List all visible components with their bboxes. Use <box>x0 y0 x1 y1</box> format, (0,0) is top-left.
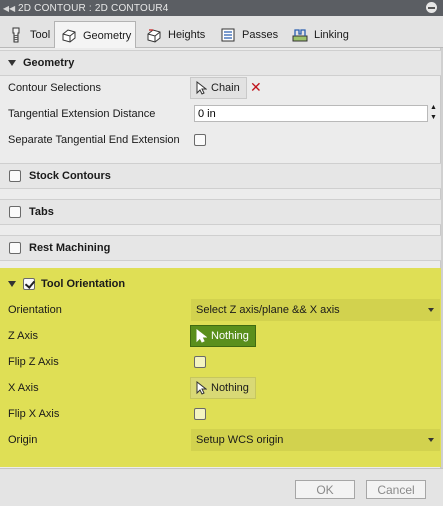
tangential-extension-label: Tangential Extension Distance <box>8 108 156 120</box>
remove-selection-icon[interactable]: ✕ <box>250 79 262 96</box>
cancel-button[interactable]: Cancel <box>366 480 426 499</box>
rest-machining-section-header[interactable]: Rest Machining <box>0 235 441 261</box>
tabs-checkbox[interactable] <box>9 206 21 218</box>
stock-contours-section-header[interactable]: Stock Contours <box>0 163 441 189</box>
flip-z-row: Flip Z Axis <box>0 349 441 375</box>
tabs-section-title: Tabs <box>29 206 54 218</box>
cursor-arrow-icon <box>196 381 207 395</box>
tab-tool-label: Tool <box>30 29 51 41</box>
expand-arrow-icon <box>8 60 16 66</box>
chain-selection-button[interactable]: Chain <box>190 77 247 99</box>
orientation-label: Orientation <box>8 304 62 316</box>
origin-value: Setup WCS origin <box>196 434 284 446</box>
separate-tangential-label: Separate Tangential End Extension <box>8 134 180 146</box>
dropdown-caret-icon <box>428 308 434 312</box>
tab-linking[interactable]: Linking <box>286 22 356 48</box>
tab-geometry[interactable]: Geometry <box>54 21 136 49</box>
cursor-arrow-icon <box>196 81 207 95</box>
flip-x-label: Flip X Axis <box>8 408 60 420</box>
z-axis-row: Z Axis Nothing <box>0 323 441 349</box>
orientation-dropdown[interactable]: Select Z axis/plane && X axis <box>191 299 440 321</box>
tab-geometry-label: Geometry <box>83 29 132 42</box>
tab-passes-label: Passes <box>242 29 279 41</box>
geometry-icon <box>62 28 76 43</box>
spinner-down-icon[interactable]: ▼ <box>430 114 437 121</box>
z-axis-label: Z Axis <box>8 330 38 342</box>
ok-button[interactable]: OK <box>295 480 355 499</box>
collapse-panel-icon[interactable]: ◀◀ <box>0 4 18 13</box>
flip-x-checkbox[interactable] <box>194 408 206 420</box>
origin-dropdown[interactable]: Setup WCS origin <box>191 429 440 451</box>
minimize-icon[interactable] <box>426 2 437 13</box>
linking-icon <box>292 29 308 42</box>
orientation-row: Orientation Select Z axis/plane && X axi… <box>0 297 441 323</box>
z-axis-value: Nothing <box>211 330 249 342</box>
x-axis-selection-button[interactable]: Nothing <box>190 377 256 399</box>
tab-passes[interactable]: Passes <box>214 22 284 48</box>
tool-orientation-header[interactable]: Tool Orientation <box>0 271 441 297</box>
x-axis-label: X Axis <box>8 382 39 394</box>
tab-tool[interactable]: Tool <box>2 22 54 48</box>
geometry-section-header[interactable]: Geometry <box>0 50 441 76</box>
tool-orientation-title: Tool Orientation <box>41 278 126 290</box>
tab-bar: Tool Geometry Heights Passes Linking <box>0 16 443 49</box>
flip-z-label: Flip Z Axis <box>8 356 59 368</box>
window-titlebar: ◀◀ 2D CONTOUR : 2D CONTOUR4 <box>0 0 443 16</box>
stock-contours-title: Stock Contours <box>29 170 111 182</box>
tool-orientation-checkbox[interactable] <box>23 278 35 290</box>
flip-z-checkbox[interactable] <box>194 356 206 368</box>
chain-label: Chain <box>211 82 240 94</box>
tangential-extension-row: Tangential Extension Distance ▲ ▼ <box>0 101 441 127</box>
rest-machining-checkbox[interactable] <box>9 242 21 254</box>
x-axis-row: X Axis Nothing <box>0 375 441 401</box>
contour-selections-label: Contour Selections <box>8 82 101 94</box>
expand-arrow-icon <box>8 281 16 287</box>
separate-tangential-checkbox[interactable] <box>194 134 206 146</box>
passes-icon <box>221 28 235 42</box>
x-axis-value: Nothing <box>211 382 249 394</box>
tab-heights[interactable]: Heights <box>140 22 212 48</box>
geometry-section-title: Geometry <box>23 57 75 69</box>
flip-x-row: Flip X Axis <box>0 401 441 427</box>
contour-selections-row: Contour Selections Chain ✕ <box>0 75 441 101</box>
heights-icon <box>147 29 161 43</box>
dialog-footer: OK Cancel <box>0 468 443 506</box>
rest-machining-title: Rest Machining <box>29 242 111 254</box>
spinner-up-icon[interactable]: ▲ <box>430 104 437 111</box>
tabs-section-header[interactable]: Tabs <box>0 199 441 225</box>
tool-icon <box>12 27 20 43</box>
tool-orientation-section: Tool Orientation Orientation Select Z ax… <box>0 268 441 467</box>
stock-contours-checkbox[interactable] <box>9 170 21 182</box>
tab-heights-label: Heights <box>168 29 206 41</box>
orientation-value: Select Z axis/plane && X axis <box>196 304 340 316</box>
z-axis-selection-button[interactable]: Nothing <box>190 325 256 347</box>
origin-label: Origin <box>8 434 38 446</box>
separate-tangential-row: Separate Tangential End Extension <box>0 127 441 153</box>
dropdown-caret-icon <box>428 438 434 442</box>
tangential-extension-input[interactable] <box>194 105 428 122</box>
origin-row: Origin Setup WCS origin <box>0 427 441 453</box>
window-title: 2D CONTOUR : 2D CONTOUR4 <box>18 2 169 14</box>
cursor-arrow-icon <box>196 329 207 343</box>
tab-linking-label: Linking <box>314 29 349 41</box>
